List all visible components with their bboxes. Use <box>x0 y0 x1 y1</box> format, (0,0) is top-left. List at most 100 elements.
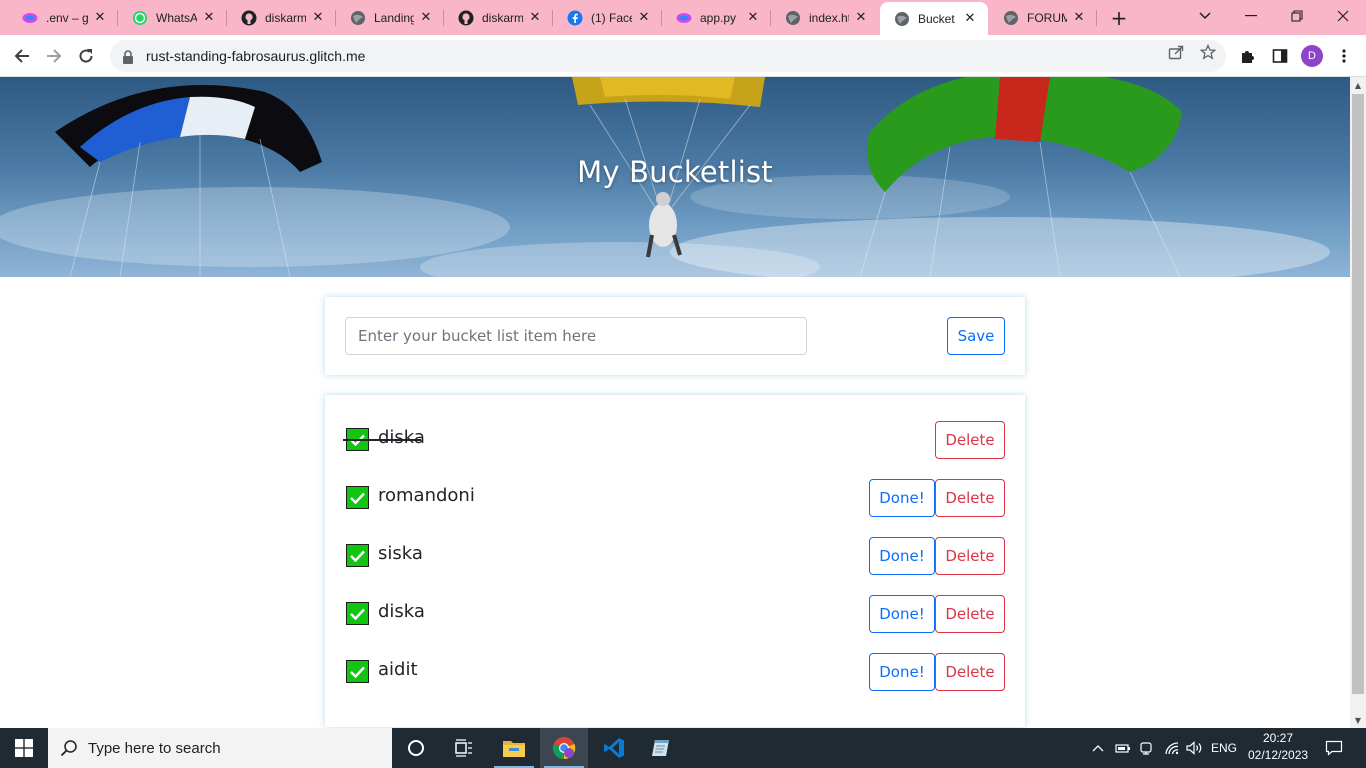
close-icon[interactable]: ✕ <box>201 10 217 26</box>
kebab-menu-icon[interactable] <box>1334 46 1354 66</box>
page-title: My Bucketlist <box>577 155 773 189</box>
scroll-up-arrow-icon[interactable]: ▲ <box>1350 77 1366 93</box>
taskbar-search-box[interactable]: Type here to search <box>48 728 392 768</box>
clock-date: 02/12/2023 <box>1248 748 1309 762</box>
tab-title: Bucket <box>918 11 955 26</box>
profile-avatar[interactable]: D <box>1301 45 1323 67</box>
new-tab-button[interactable]: + <box>1106 5 1132 31</box>
browser-toolbar: rust-standing-fabrosaurus.glitch.me D <box>0 35 1366 77</box>
meet-now-icon[interactable] <box>1136 728 1158 768</box>
tab-github-2[interactable]: diskarm ✕ <box>444 2 553 33</box>
tab-title: WhatsA <box>156 10 197 25</box>
cortana-circle-icon <box>408 740 424 756</box>
tray-overflow-chevron-icon[interactable] <box>1088 728 1108 768</box>
lock-icon[interactable] <box>122 49 136 64</box>
notes-app[interactable] <box>637 728 685 768</box>
github-icon <box>241 10 257 26</box>
address-bar[interactable]: rust-standing-fabrosaurus.glitch.me <box>110 40 1226 72</box>
globe-icon <box>785 10 801 26</box>
notifications-button[interactable] <box>1318 728 1350 768</box>
tab-app-py[interactable]: app.py ✕ <box>662 2 771 33</box>
forward-button[interactable] <box>40 42 68 70</box>
side-panel-icon[interactable] <box>1270 46 1290 66</box>
tab-forum[interactable]: FORUM ✕ <box>989 2 1097 33</box>
tab-github-1[interactable]: diskarm ✕ <box>227 2 336 33</box>
extensions-puzzle-icon[interactable] <box>1238 46 1258 66</box>
bucket-item-input[interactable] <box>345 317 807 355</box>
close-icon[interactable]: ✕ <box>853 10 869 26</box>
minimize-button[interactable] <box>1228 0 1274 32</box>
list-item: romandoni Done! Delete <box>325 453 1025 517</box>
close-icon[interactable]: ✕ <box>418 10 434 26</box>
list-item: aidit Done! Delete <box>325 627 1025 691</box>
tab-title: diskarm <box>482 10 523 25</box>
vscode-app[interactable] <box>590 728 638 768</box>
list-item: diska Done! Delete <box>325 569 1025 633</box>
cortana-button[interactable] <box>392 728 440 768</box>
vscode-icon <box>604 738 624 758</box>
task-view-button[interactable] <box>440 728 488 768</box>
item-text: diska <box>378 601 425 622</box>
list-item: siska Done! Delete <box>325 511 1025 575</box>
checkmark-icon <box>346 602 369 625</box>
windows-start-button[interactable] <box>0 728 48 768</box>
github-icon <box>458 10 474 26</box>
battery-icon[interactable] <box>1112 728 1134 768</box>
checkmark-icon <box>346 486 369 509</box>
clock-time: 20:27 <box>1262 731 1294 745</box>
input-language-indicator[interactable]: ENG <box>1208 728 1240 768</box>
volume-icon[interactable] <box>1184 728 1206 768</box>
bookmark-star-icon[interactable] <box>1199 43 1217 61</box>
close-icon[interactable]: ✕ <box>1071 10 1087 26</box>
close-icon[interactable]: ✕ <box>527 10 543 26</box>
tab-whatsapp[interactable]: WhatsA ✕ <box>118 2 227 33</box>
scroll-down-arrow-icon[interactable]: ▼ <box>1350 712 1366 728</box>
strikethrough-line <box>343 439 421 441</box>
tab-facebook[interactable]: (1) Face ✕ <box>553 2 662 33</box>
windows-logo-icon <box>15 739 33 757</box>
hero-banner: My Bucketlist <box>0 77 1350 277</box>
tab-env[interactable]: .env – g ✕ <box>8 2 118 33</box>
close-icon[interactable]: ✕ <box>92 10 108 26</box>
add-item-card: Save <box>325 297 1025 375</box>
tab-strip: .env – g ✕ WhatsA ✕ diskarm ✕ Landing ✕ … <box>0 0 1366 35</box>
tab-index[interactable]: index.ht ✕ <box>771 2 879 33</box>
checkmark-icon <box>346 544 369 567</box>
tab-search-chevron-icon[interactable] <box>1182 0 1228 32</box>
chrome-icon <box>552 737 576 760</box>
delete-button[interactable]: Delete <box>935 653 1005 691</box>
close-icon[interactable]: ✕ <box>310 10 326 26</box>
whatsapp-icon <box>132 10 148 26</box>
restore-button[interactable] <box>1274 0 1320 32</box>
notification-speech-icon <box>1325 740 1343 756</box>
reload-button[interactable] <box>72 42 100 70</box>
close-window-button[interactable] <box>1320 0 1366 32</box>
glitch-icon <box>676 10 692 26</box>
taskbar-search-placeholder: Type here to search <box>88 739 221 757</box>
close-icon[interactable]: ✕ <box>745 10 761 26</box>
url-text[interactable]: rust-standing-fabrosaurus.glitch.me <box>146 48 365 64</box>
tab-title: (1) Face <box>591 10 632 25</box>
close-icon[interactable]: ✕ <box>636 10 652 26</box>
done-button[interactable]: Done! <box>869 653 935 691</box>
globe-icon <box>1003 10 1019 26</box>
page-viewport: My Bucketlist Save diska Delete romandon… <box>0 77 1350 728</box>
file-explorer-app[interactable] <box>490 728 538 768</box>
chrome-app[interactable] <box>540 728 588 768</box>
back-button[interactable] <box>8 42 36 70</box>
tab-landing[interactable]: Landing ✕ <box>336 2 444 33</box>
wifi-icon[interactable] <box>1160 728 1184 768</box>
close-icon[interactable]: ✕ <box>962 11 978 27</box>
tab-title: .env – g <box>46 10 88 25</box>
folder-icon <box>503 741 525 757</box>
share-icon[interactable] <box>1167 43 1185 61</box>
page-scrollbar[interactable]: ▲ ▼ <box>1350 77 1366 728</box>
item-text: romandoni <box>378 485 475 506</box>
tab-title: Landing <box>374 10 414 25</box>
taskbar-clock[interactable]: 20:27 02/12/2023 <box>1248 730 1308 764</box>
scrollbar-thumb[interactable] <box>1352 94 1364 694</box>
tab-title: FORUM <box>1027 10 1067 25</box>
save-button[interactable]: Save <box>947 317 1005 355</box>
tab-bucket[interactable]: Bucket ✕ <box>880 2 988 35</box>
list-item: diska Delete <box>325 395 1025 459</box>
